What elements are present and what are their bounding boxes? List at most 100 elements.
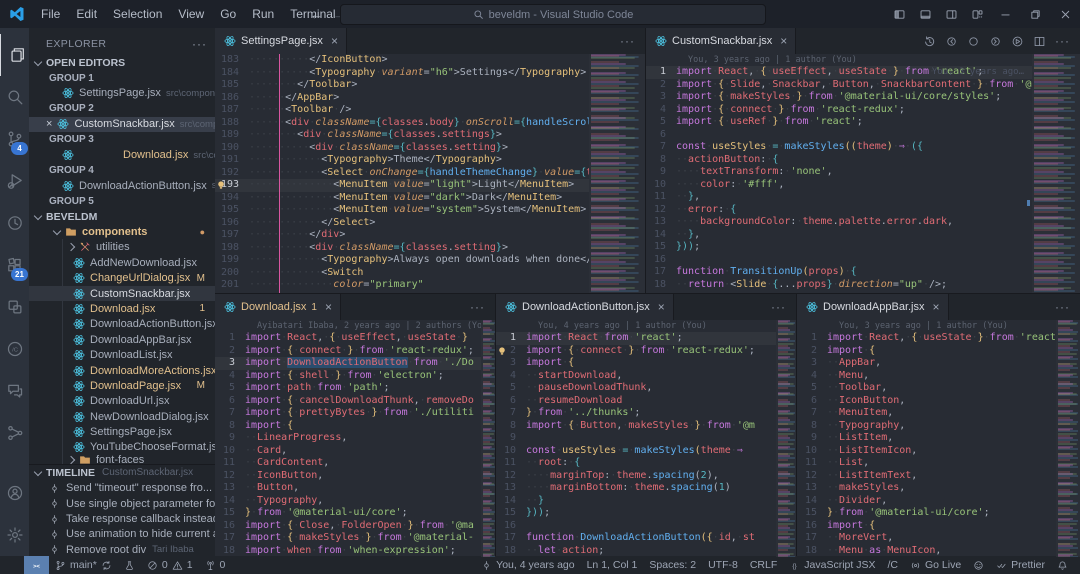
codelens-blame[interactable]: You, 3 years ago | 1 author (You): [646, 54, 1080, 66]
navback-icon[interactable]: [945, 35, 958, 48]
activity-share[interactable]: [0, 412, 29, 454]
more-actions-button[interactable]: ···: [771, 300, 786, 314]
split-icon[interactable]: [1033, 35, 1046, 48]
tree-item-downloadappbar-jsx[interactable]: DownloadAppBar.jsx: [29, 332, 215, 347]
tree-folder-utilities[interactable]: utilities: [29, 240, 215, 255]
statusbar-code-runner[interactable]: /C: [881, 556, 904, 574]
timeline-item[interactable]: Remove root divTari Ibaba: [29, 542, 215, 556]
tree-item-downloadactionbutton-jsx[interactable]: DownloadActionButton.jsx: [29, 317, 215, 332]
runcircle-icon[interactable]: [1011, 35, 1024, 48]
tree-item-downloadmoreactions-jsx[interactable]: DownloadMoreActions.jsxM: [29, 363, 215, 378]
go-back-button[interactable]: ←: [310, 7, 323, 22]
statusbar-encoding[interactable]: UTF-8: [702, 556, 744, 574]
statusbar-language-mode[interactable]: {}JavaScript JSX: [783, 556, 881, 574]
tree-item-downloadlist-jsx[interactable]: DownloadList.jsx: [29, 347, 215, 362]
activity-run-debug[interactable]: [0, 160, 29, 202]
tree-item-settingspage-jsx[interactable]: SettingsPage.jsx: [29, 424, 215, 439]
statusbar-cursor-position[interactable]: Ln 1, Col 1: [581, 556, 644, 574]
menu-file[interactable]: File: [33, 7, 68, 21]
command-center-search[interactable]: beveldm - Visual Studio Code: [340, 4, 766, 25]
codelens-blame[interactable]: Ayibatari Ibaba, 2 years ago | 2 authors…: [215, 320, 495, 332]
timeline-item[interactable]: Use animation to hide current a...: [29, 527, 215, 542]
statusbar-prettier[interactable]: Prettier: [990, 556, 1051, 574]
timeline-item[interactable]: Use single object parameter for...: [29, 496, 215, 511]
open-editor-item-customsnackbar-jsx[interactable]: ×CustomSnackbar.jsxsrc\compo...: [29, 117, 215, 132]
toggle-secondary-sidebar-button[interactable]: [938, 0, 964, 28]
open-editor-item-downloadactionbutton-jsx[interactable]: DownloadActionButton.jsxsrc\...: [29, 178, 215, 193]
tree-folder-font-faces[interactable]: font-faces: [29, 455, 215, 464]
tree-item-addnewdownload-jsx[interactable]: AddNewDownload.jsx: [29, 255, 215, 270]
explorer-more-actions-button[interactable]: ···: [192, 37, 207, 51]
minimap[interactable]: [589, 54, 645, 293]
timeline-item[interactable]: Send "timeout" response fro...3 yrs: [29, 481, 215, 496]
activity-extensions[interactable]: 21: [0, 244, 29, 286]
menu-go[interactable]: Go: [212, 7, 244, 21]
open-editor-item-download-jsx[interactable]: Download.jsxsrc\compone...1: [29, 147, 215, 162]
toggle-sidebar-button[interactable]: [886, 0, 912, 28]
open-editor-item-settingspage-jsx[interactable]: SettingsPage.jsxsrc\components: [29, 86, 215, 101]
statusbar-ports[interactable]: 0: [199, 556, 232, 574]
more-actions-button[interactable]: ···: [1055, 34, 1070, 48]
tab-download-app-bar[interactable]: DownloadAppBar.jsx×: [797, 294, 949, 320]
close-tab-button[interactable]: ×: [325, 300, 332, 314]
code-area[interactable]: You, 3 years ago | 1 author (You)1import…: [646, 54, 1080, 293]
tree-item-download-jsx[interactable]: Download.jsx1: [29, 301, 215, 316]
activity-accounts[interactable]: [0, 472, 29, 514]
activity-source-control[interactable]: 4: [0, 118, 29, 160]
timeline-item[interactable]: Take response callback instead ...: [29, 511, 215, 526]
code-area[interactable]: 183··········</IconButton>184··········<…: [215, 54, 645, 293]
code-area[interactable]: Ayibatari Ibaba, 2 years ago | 2 authors…: [215, 320, 495, 557]
tab-settings-page[interactable]: SettingsPage.jsx×: [215, 28, 347, 54]
activity-comments[interactable]: [0, 370, 29, 412]
restore-button[interactable]: [1020, 0, 1050, 28]
minimap[interactable]: [776, 320, 796, 557]
menu-view[interactable]: View: [170, 7, 212, 21]
codelens-blame[interactable]: You, 4 years ago | 1 author (You): [496, 320, 796, 332]
statusbar-go-live[interactable]: Go Live: [904, 556, 967, 574]
statusbar-git-blame[interactable]: You, 4 years ago: [475, 556, 580, 574]
close-tab-button[interactable]: ×: [331, 34, 338, 48]
tree-item-downloadpage-jsx[interactable]: DownloadPage.jsxM: [29, 378, 215, 393]
codelens-blame[interactable]: You, 3 years ago | 1 author (You): [797, 320, 1080, 332]
tree-item-youtubechooseformat-jsx[interactable]: YouTubeChooseFormat.jsx: [29, 440, 215, 455]
customize-layout-button[interactable]: [964, 0, 990, 28]
activity-timeline-clock[interactable]: [0, 202, 29, 244]
statusbar-notifications-bell[interactable]: [1051, 556, 1074, 574]
more-actions-button[interactable]: ···: [470, 300, 485, 314]
project-header[interactable]: BEVELDM: [29, 209, 215, 224]
tree-item-changeurldialog-jsx[interactable]: ChangeUrlDialog.jsxM: [29, 270, 215, 285]
close-editor-icon[interactable]: ×: [46, 118, 52, 130]
tree-item-newdownloaddialog-jsx[interactable]: NewDownloadDialog.jsx: [29, 409, 215, 424]
activity-remote-explorer[interactable]: [0, 286, 29, 328]
activity-search[interactable]: [0, 76, 29, 118]
more-actions-button[interactable]: ···: [620, 34, 635, 48]
statusbar-test-beaker[interactable]: [118, 556, 141, 574]
code-area[interactable]: You, 3 years ago | 1 author (You)1import…: [797, 320, 1080, 557]
tree-item-customsnackbar-jsx[interactable]: CustomSnackbar.jsx: [29, 286, 215, 301]
minimap[interactable]: [1056, 320, 1080, 557]
tree-folder-components[interactable]: components●: [29, 224, 215, 239]
menu-selection[interactable]: Selection: [105, 7, 170, 21]
tab-download[interactable]: Download.jsx1×: [215, 294, 341, 320]
minimap[interactable]: [481, 320, 495, 557]
close-tab-button[interactable]: ×: [780, 34, 787, 48]
menu-run[interactable]: Run: [244, 7, 282, 21]
circleic-icon[interactable]: [967, 35, 980, 48]
toggle-panel-button[interactable]: [912, 0, 938, 28]
statusbar-feedback-smiley[interactable]: [967, 556, 990, 574]
close-tab-button[interactable]: ×: [933, 300, 940, 314]
minimize-button[interactable]: [990, 0, 1020, 28]
statusbar-eol[interactable]: CRLF: [744, 556, 783, 574]
statusbar-remote-indicator[interactable]: ><: [24, 556, 49, 574]
statusbar-problems[interactable]: 01: [141, 556, 199, 574]
tab-download-action-button[interactable]: DownloadActionButton.jsx×: [496, 294, 674, 320]
tree-item-downloadurl-jsx[interactable]: DownloadUrl.jsx: [29, 394, 215, 409]
statusbar-git-branch[interactable]: main*: [49, 556, 118, 574]
open-editors-header[interactable]: OPEN EDITORS: [29, 55, 215, 70]
timeline-header[interactable]: TIMELINE CustomSnackbar.jsx: [29, 464, 215, 480]
minimap[interactable]: [1032, 54, 1080, 293]
history-icon[interactable]: [923, 35, 936, 48]
activity-settings[interactable]: [0, 514, 29, 556]
more-actions-button[interactable]: ···: [1055, 300, 1070, 314]
menu-edit[interactable]: Edit: [68, 7, 105, 21]
